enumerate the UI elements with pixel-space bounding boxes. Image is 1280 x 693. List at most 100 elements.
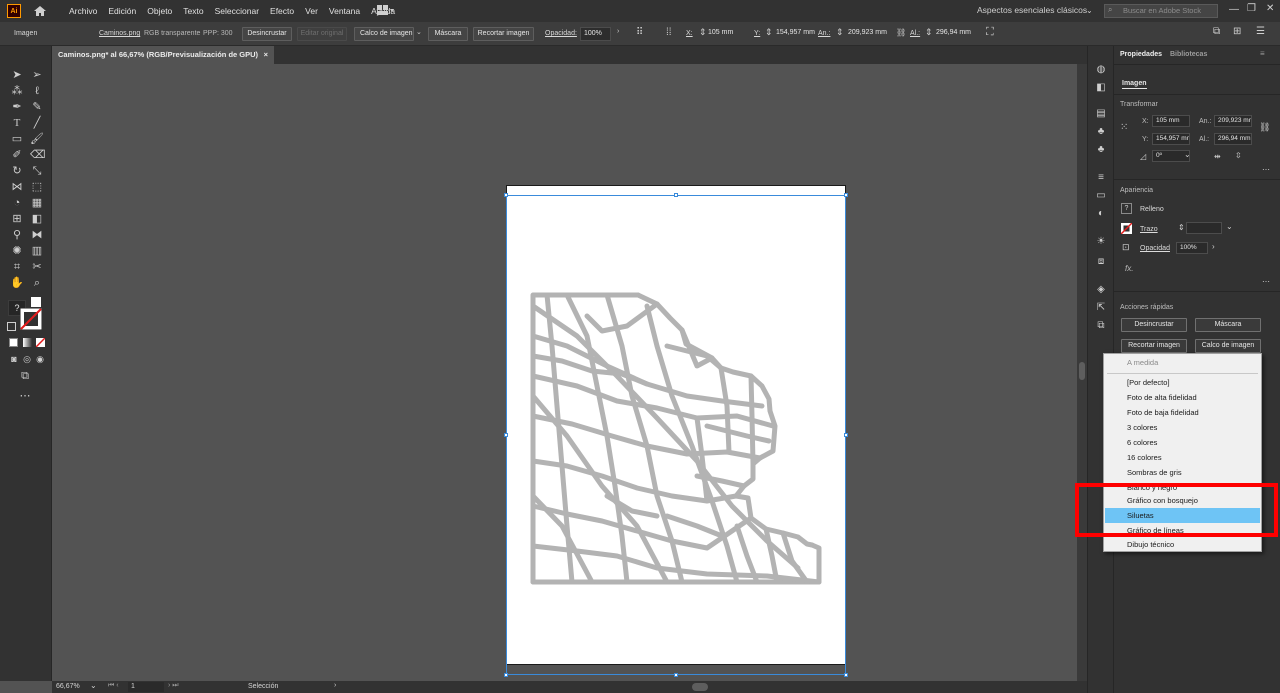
close-tab-icon[interactable]: × — [264, 46, 268, 64]
props-opacity-label[interactable]: Opacidad — [1140, 245, 1170, 252]
workspace-switcher[interactable]: Aspectos esenciales clásicos — [977, 5, 1087, 15]
angle-chevron-icon[interactable]: ⌄ — [1184, 150, 1191, 159]
lasso-icon[interactable]: ℓ — [30, 84, 44, 98]
fill-stroke-swatch[interactable] — [19, 307, 43, 331]
more-options-icon[interactable]: ⋯ — [1262, 165, 1270, 174]
width-stepper-icon[interactable]: ⇕ — [836, 27, 844, 38]
menu-texto[interactable]: Texto — [183, 6, 203, 16]
y-field[interactable]: 154,957 mm — [773, 27, 819, 41]
opacity-label[interactable]: Opacidad: — [545, 30, 577, 37]
magic-wand-icon[interactable]: ⁂ — [10, 84, 24, 98]
panel-menu-icon[interactable]: ☰ — [1256, 26, 1265, 37]
first-artboard-icon[interactable]: ⏮ ‹ — [108, 682, 119, 690]
height-stepper-icon[interactable]: ⇕ — [925, 27, 933, 38]
transform-icon[interactable]: ⛶ — [986, 26, 994, 39]
status-menu-icon[interactable]: › — [334, 682, 336, 689]
vertical-scroll-thumb[interactable] — [1079, 362, 1085, 380]
preset-3-colors[interactable]: 3 colores — [1105, 420, 1260, 435]
embed-button[interactable]: Desincrustar — [242, 27, 292, 41]
menu-objeto[interactable]: Objeto — [147, 6, 172, 16]
flip-horizontal-icon[interactable]: ⇹ — [1214, 152, 1221, 161]
color-mode-icon[interactable] — [9, 338, 18, 347]
column-graph-icon[interactable]: ▥ — [30, 244, 44, 258]
hand-tool-icon[interactable]: ✋ — [10, 276, 24, 290]
x-stepper-icon[interactable]: ⇕ — [699, 27, 707, 38]
menu-seleccionar[interactable]: Seleccionar — [215, 6, 259, 16]
pen-tool-icon[interactable]: ✒ — [10, 100, 24, 114]
quick-embed-button[interactable]: Desincrustar — [1121, 318, 1187, 332]
curvature-tool-icon[interactable]: ✎ — [30, 100, 44, 114]
panel-options-icon[interactable]: ≡ — [1260, 49, 1265, 58]
isolate-icon[interactable]: ⊞ — [1233, 26, 1241, 37]
eyedropper-icon[interactable]: ⚲ — [10, 228, 24, 242]
stroke-swatch[interactable] — [1120, 222, 1133, 235]
appearance-more-icon[interactable]: ⋯ — [1262, 277, 1270, 286]
more-tools-icon[interactable]: ⋯ — [18, 389, 32, 403]
libraries-panel-icon[interactable]: ▤ — [1095, 108, 1107, 120]
gradient-tool-icon[interactable]: ◧ — [30, 212, 44, 226]
free-transform-icon[interactable]: ⬚ — [30, 180, 44, 194]
resize-handle-tl[interactable] — [504, 193, 508, 197]
chevron-right-icon[interactable]: › — [617, 28, 619, 35]
quick-trace-button[interactable]: Calco de imagen — [1195, 339, 1261, 353]
stroke-stepper-icon[interactable]: ⇕ — [1178, 223, 1185, 232]
resize-handle-r[interactable] — [844, 433, 848, 437]
stroke-chevron-icon[interactable]: ⌄ — [1226, 222, 1233, 231]
props-y-field[interactable]: 154,957 mm — [1152, 133, 1190, 145]
flip-vertical-icon[interactable]: ⇳ — [1235, 151, 1242, 160]
next-artboard-icon[interactable]: › ⏭ — [168, 682, 179, 690]
eraser-icon[interactable]: ⌫ — [30, 148, 46, 162]
document-tab[interactable]: Caminos.png* al 66,67% (RGB/Previsualiza… — [52, 46, 274, 64]
gradient-mode-icon[interactable] — [23, 338, 32, 347]
screen-mode-icon[interactable]: ⧉ — [18, 369, 32, 383]
zoom-chevron-icon[interactable]: ⌄ — [90, 681, 97, 690]
filename-link[interactable]: Caminos.png — [99, 30, 140, 37]
constrain-proportions-icon[interactable]: ⛓ — [896, 28, 906, 37]
symbol-sprayer-icon[interactable]: ✺ — [10, 244, 24, 258]
home-icon[interactable] — [33, 5, 47, 17]
menu-archivo[interactable]: Archivo — [69, 6, 97, 16]
artboard-number-field[interactable]: 1 — [128, 682, 164, 692]
default-colors-icon[interactable] — [31, 297, 41, 307]
draw-normal-icon[interactable]: ◙ — [7, 352, 21, 366]
zoom-level[interactable]: 66,67% — [56, 683, 80, 690]
preset-6-colors[interactable]: 6 colores — [1105, 435, 1260, 450]
crop-image-button[interactable]: Recortar imagen — [473, 27, 534, 41]
shaper-tool-icon[interactable]: ✐ — [10, 148, 24, 162]
menu-efecto[interactable]: Efecto — [270, 6, 294, 16]
placed-image[interactable] — [506, 195, 846, 675]
opacity-chevron-icon[interactable]: › — [1212, 242, 1215, 251]
maximize-icon[interactable]: ❐ — [1247, 3, 1256, 14]
image-trace-button[interactable]: Calco de imagen — [354, 27, 414, 41]
vertical-scrollbar[interactable] — [1077, 64, 1087, 681]
fx-button[interactable]: fx. — [1125, 264, 1133, 273]
none-mode-icon[interactable] — [35, 337, 46, 348]
type-tool-icon[interactable]: T — [10, 116, 24, 130]
preset-default[interactable]: [Por defecto] — [1105, 375, 1260, 390]
perspective-grid-icon[interactable]: ▦ — [30, 196, 44, 210]
props-width-field[interactable]: 209,923 mr — [1214, 115, 1252, 127]
width-field[interactable]: 209,923 mm — [845, 27, 893, 41]
export-assets-icon[interactable]: ⇱ — [1095, 302, 1107, 314]
direct-selection-tool-icon[interactable]: ➢ — [30, 68, 44, 82]
selection-tool-icon[interactable]: ➤ — [10, 68, 24, 82]
reference-point-icon[interactable]: ⁞⁞ — [666, 27, 672, 38]
align-icon[interactable]: ⠿ — [636, 27, 643, 38]
rectangle-tool-icon[interactable]: ▭ — [10, 132, 24, 146]
artboards-panel-icon[interactable]: ⧉ — [1095, 320, 1107, 332]
height-field[interactable]: 296,94 mm — [933, 27, 975, 41]
mesh-tool-icon[interactable]: ⊞ — [10, 212, 24, 226]
props-opacity-field[interactable]: 100% — [1176, 242, 1208, 254]
reference-point-grid-icon[interactable]: ⁙ — [1120, 122, 1128, 133]
close-icon[interactable]: ✕ — [1266, 3, 1274, 14]
tab-properties[interactable]: Propiedades — [1120, 46, 1162, 64]
shape-builder-icon[interactable]: ◔ — [10, 196, 24, 210]
menu-edicion[interactable]: Edición — [108, 6, 136, 16]
scale-tool-icon[interactable]: ⤡ — [30, 164, 44, 178]
draw-inside-icon[interactable]: ◉ — [33, 352, 47, 366]
preset-16-colors[interactable]: 16 colores — [1105, 450, 1260, 465]
link-proportions-icon[interactable]: ⛓ — [1259, 122, 1270, 133]
preset-high-fidelity[interactable]: Foto de alta fidelidad — [1105, 390, 1260, 405]
rotate-tool-icon[interactable]: ↻ — [10, 164, 24, 178]
arrange-documents-icon[interactable] — [377, 5, 395, 18]
